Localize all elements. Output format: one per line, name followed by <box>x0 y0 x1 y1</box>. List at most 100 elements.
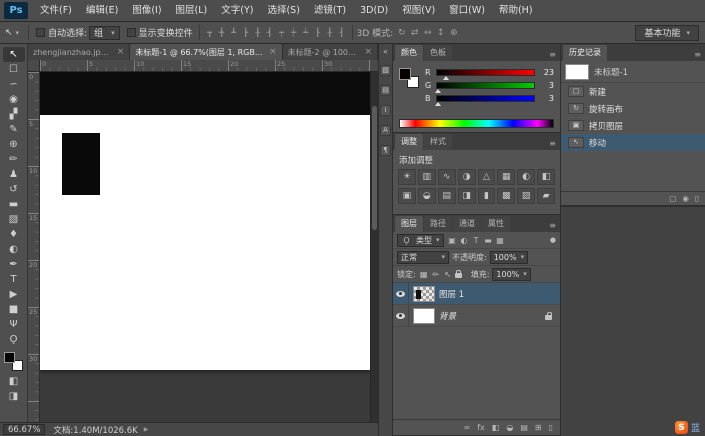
close-icon[interactable]: × <box>117 47 125 57</box>
tool-preset-picker[interactable]: ↖ ▾ <box>0 28 24 38</box>
security-app-icon[interactable]: S <box>675 421 688 434</box>
document-canvas[interactable] <box>40 115 370 370</box>
panel-tab[interactable]: 调整 <box>395 134 423 150</box>
foreground-color-swatch[interactable] <box>4 352 15 363</box>
layer-row[interactable]: 图层 1 <box>393 283 560 305</box>
history-state[interactable]: □新建 <box>561 83 705 100</box>
menu-item[interactable]: 文字(Y) <box>214 0 260 22</box>
channel-slider[interactable] <box>436 82 535 89</box>
menu-item[interactable]: 编辑(E) <box>79 0 125 22</box>
eyedropper-tool[interactable]: ✎ <box>3 122 25 137</box>
panel-tab[interactable]: 属性 <box>482 216 510 232</box>
lock-position-icon[interactable]: ↖ <box>443 270 453 279</box>
align-bottom-edges-icon[interactable]: ┻ <box>228 28 240 37</box>
navigator-panel-icon[interactable]: ▧ <box>380 65 391 76</box>
delete-layer-icon[interactable]: ▯ <box>549 423 553 432</box>
link-layers-icon[interactable]: ∞ <box>464 423 471 432</box>
menu-item[interactable]: 图层(L) <box>169 0 215 22</box>
blend-mode-dropdown[interactable]: 正常 ▾ <box>397 251 449 264</box>
document-tab[interactable]: zhengjianzhao.jpg ...× <box>28 44 130 60</box>
history-snapshot-row[interactable]: 未标题-1 <box>561 61 705 83</box>
tab-history[interactable]: 历史记录 <box>563 45 607 61</box>
color-balance-icon[interactable]: ◐ <box>517 169 535 185</box>
vertical-scrollbar[interactable] <box>370 72 378 422</box>
hue-saturation-icon[interactable]: ▦ <box>497 169 515 185</box>
panel-tab[interactable]: 路径 <box>424 216 452 232</box>
quick-mask-icon[interactable]: ◧ <box>3 374 25 389</box>
photo-filter-icon[interactable]: ▣ <box>398 188 416 204</box>
3d-rotate-icon[interactable]: ↻ <box>395 28 408 38</box>
panel-menu-icon[interactable]: ≡ <box>549 221 560 232</box>
menu-item[interactable]: 视图(V) <box>395 0 442 22</box>
slider-thumb-icon[interactable] <box>435 89 441 93</box>
align-horizontal-centers-icon[interactable]: ╂ <box>252 28 264 37</box>
panel-tab[interactable]: 通道 <box>453 216 481 232</box>
menu-item[interactable]: 选择(S) <box>260 0 306 22</box>
panel-tab[interactable]: 图层 <box>395 216 423 232</box>
distribute-horizontal-centers-icon[interactable]: ╂ <box>324 28 336 37</box>
3d-drag-icon[interactable]: ↔ <box>421 28 434 38</box>
layer-filter-toggle[interactable]: ● <box>550 236 556 244</box>
path-selection-tool[interactable]: ▶ <box>3 287 25 302</box>
selective-color-icon[interactable]: ▨ <box>517 188 535 204</box>
align-top-edges-icon[interactable]: ┳ <box>204 28 216 37</box>
gradient-map-icon[interactable]: ▰ <box>537 188 555 204</box>
shape-tool[interactable]: ■ <box>3 302 25 317</box>
channel-slider[interactable] <box>436 69 535 76</box>
3d-roll-icon[interactable]: ⇄ <box>408 28 421 38</box>
new-layer-icon[interactable]: ⊞ <box>535 423 542 432</box>
crop-tool[interactable]: ▞ <box>3 107 25 122</box>
slider-thumb-icon[interactable] <box>435 102 441 106</box>
vibrance-icon[interactable]: △ <box>478 169 496 185</box>
panel-tab[interactable]: 色板 <box>424 45 452 61</box>
lasso-tool[interactable]: ∽ <box>3 77 25 92</box>
healing-brush-tool[interactable]: ⊕ <box>3 137 25 152</box>
close-icon[interactable]: × <box>269 47 277 57</box>
document-viewport[interactable] <box>40 72 370 422</box>
info-panel-icon[interactable]: i <box>380 105 391 116</box>
color-lookup-icon[interactable]: ▤ <box>438 188 456 204</box>
character-panel-icon[interactable]: A <box>380 125 391 136</box>
menu-item[interactable]: 帮助(H) <box>492 0 540 22</box>
show-transform-checkbox[interactable] <box>127 28 136 37</box>
scrollbar-thumb[interactable] <box>372 106 377 230</box>
workspace-switcher[interactable]: 基本功能 ▾ <box>635 25 699 41</box>
quick-selection-tool[interactable]: ◉ <box>3 92 25 107</box>
hand-tool[interactable]: Ψ <box>3 317 25 332</box>
eraser-tool[interactable]: ▬ <box>3 197 25 212</box>
delete-state-icon[interactable]: ▯ <box>695 194 699 203</box>
document-tab[interactable]: 未标题-1 @ 66.7%(图层 1, RGB/8)*× <box>130 44 282 60</box>
document-tab[interactable]: 未标题-2 @ 100%...× <box>283 44 378 60</box>
panel-tab[interactable]: 颜色 <box>395 45 423 61</box>
type-tool[interactable]: T <box>3 272 25 287</box>
distribute-left-edges-icon[interactable]: ┠ <box>312 28 324 37</box>
zoom-level-field[interactable]: 66.67% <box>3 424 45 435</box>
menu-item[interactable]: 图像(I) <box>125 0 168 22</box>
histogram-panel-icon[interactable]: ▤ <box>380 85 391 96</box>
visibility-toggle[interactable] <box>393 283 409 305</box>
paragraph-panel-icon[interactable]: ¶ <box>380 145 391 156</box>
menu-item[interactable]: 滤镜(T) <box>307 0 353 22</box>
fill-dropdown[interactable]: 100% ▾ <box>492 268 530 281</box>
lock-transparency-icon[interactable]: ▦ <box>419 270 429 279</box>
align-right-edges-icon[interactable]: ┫ <box>264 28 276 37</box>
filter-pixel-layers-icon[interactable]: ▣ <box>447 236 458 245</box>
blur-tool[interactable]: ♦ <box>3 227 25 242</box>
panel-menu-icon[interactable]: ≡ <box>694 50 705 61</box>
color-spectrum-ramp[interactable] <box>399 119 554 128</box>
layer-group-icon[interactable]: ▤ <box>520 423 528 432</box>
layer-mask-icon[interactable]: ◧ <box>492 423 500 432</box>
menu-item[interactable]: 窗口(W) <box>442 0 492 22</box>
filter-shape-layers-icon[interactable]: ▬ <box>483 236 494 245</box>
history-state[interactable]: ↖移动 <box>561 134 705 151</box>
distribute-bottom-edges-icon[interactable]: ┷ <box>300 28 312 37</box>
auto-select-checkbox[interactable] <box>36 28 45 37</box>
new-document-from-state-icon[interactable]: ▢ <box>669 194 676 203</box>
new-snapshot-icon[interactable]: ◉ <box>682 194 689 203</box>
opacity-dropdown[interactable]: 100% ▾ <box>490 251 528 264</box>
menu-item[interactable]: 3D(D) <box>353 0 395 22</box>
filter-smart-objects-icon[interactable]: ▦ <box>495 236 506 245</box>
adjustment-layer-icon[interactable]: ◒ <box>506 423 513 432</box>
color-swatches[interactable] <box>4 352 23 371</box>
history-state[interactable]: ▣拷贝图层 <box>561 117 705 134</box>
